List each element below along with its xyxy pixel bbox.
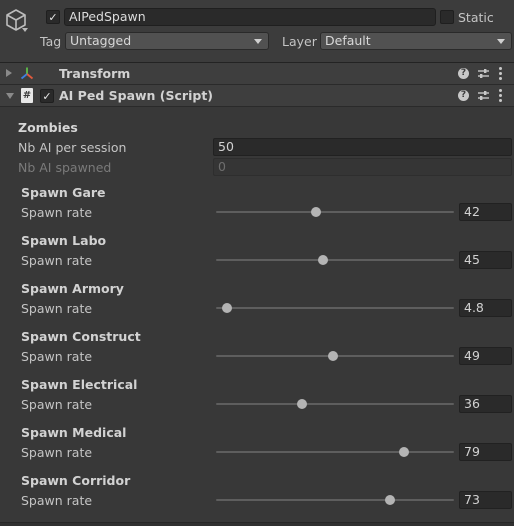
spawn-rate-slider-track[interactable] (216, 259, 454, 261)
spawn-rate-slider-thumb[interactable] (327, 351, 338, 361)
nb-ai-per-session-label: Nb AI per session (18, 140, 127, 155)
static-toggle[interactable] (440, 10, 454, 24)
spawn-rate-slider-thumb[interactable] (296, 399, 307, 409)
foldout-arrow-icon[interactable] (6, 93, 14, 99)
spawn-rate-field[interactable]: 45 (459, 251, 512, 269)
context-menu-icon[interactable] (499, 67, 502, 80)
layer-dropdown[interactable]: Default (320, 32, 512, 50)
spawn-rate-slider-track[interactable] (216, 403, 454, 405)
script-component-header[interactable]: # ✓ AI Ped Spawn (Script) ? (0, 85, 514, 107)
tag-dropdown-value: Untagged (70, 33, 132, 48)
help-icon[interactable]: ? (458, 90, 469, 101)
spawn-rate-label: Spawn rate (21, 205, 93, 220)
icon-dropdown-caret-icon[interactable] (22, 28, 28, 32)
script-enabled-toggle[interactable]: ✓ (40, 89, 54, 103)
spawn-title: Spawn Medical (21, 425, 127, 440)
inspector-bottom-edge (0, 522, 514, 526)
spawn-rate-slider-thumb[interactable] (399, 447, 410, 457)
spawn-title: Spawn Labo (21, 233, 107, 248)
nb-ai-spawned-field: 0 (213, 158, 512, 176)
spawn-rate-field[interactable]: 36 (459, 395, 512, 413)
spawn-rate-slider-track[interactable] (216, 211, 454, 213)
inspector-header: ✓ AIPedSpawn Static Tag Untagged Layer D… (0, 0, 514, 63)
spawn-rate-slider-thumb[interactable] (310, 207, 321, 217)
spawn-rate-field[interactable]: 42 (459, 203, 512, 221)
spawn-title: Spawn Gare (21, 185, 106, 200)
spawn-rate-field[interactable]: 79 (459, 443, 512, 461)
layer-dropdown-value: Default (325, 33, 371, 48)
spawn-title: Spawn Corridor (21, 473, 131, 488)
tag-dropdown[interactable]: Untagged (65, 32, 269, 50)
transform-title: Transform (59, 66, 131, 81)
gameobject-name-field[interactable]: AIPedSpawn (64, 8, 436, 26)
spawn-rate-slider-thumb[interactable] (222, 303, 233, 313)
spawn-rate-field[interactable]: 73 (459, 491, 512, 509)
spawn-title: Spawn Armory (21, 281, 124, 296)
spawn-rate-label: Spawn rate (21, 445, 93, 460)
transform-component-header[interactable]: Transform ? (0, 63, 514, 85)
spawn-rate-slider-track[interactable] (216, 451, 454, 453)
transform-axes-icon (20, 67, 34, 80)
tag-label: Tag (40, 34, 62, 49)
spawn-rate-label: Spawn rate (21, 301, 93, 316)
spawn-title: Spawn Electrical (21, 377, 138, 392)
active-toggle[interactable]: ✓ (46, 10, 60, 24)
static-label: Static (458, 10, 494, 25)
spawn-title: Spawn Construct (21, 329, 141, 344)
spawn-rate-label: Spawn rate (21, 349, 93, 364)
spawn-rate-label: Spawn rate (21, 397, 93, 412)
nb-ai-spawned-label: Nb AI spawned (18, 160, 112, 175)
spawn-rate-field[interactable]: 49 (459, 347, 512, 365)
spawn-rate-slider-thumb[interactable] (318, 255, 329, 265)
spawn-rate-slider-thumb[interactable] (384, 495, 395, 505)
checkmark-icon: ✓ (42, 90, 52, 103)
script-file-icon: # (21, 88, 33, 103)
foldout-arrow-icon[interactable] (6, 69, 12, 77)
presets-icon[interactable] (477, 89, 490, 102)
presets-icon[interactable] (477, 67, 490, 80)
script-title: AI Ped Spawn (Script) (59, 88, 214, 103)
nb-ai-per-session-field[interactable]: 50 (213, 138, 512, 156)
chevron-down-icon (497, 39, 505, 44)
spawn-rate-slider-track[interactable] (216, 307, 454, 309)
context-menu-icon[interactable] (499, 89, 502, 102)
checkmark-icon: ✓ (48, 11, 58, 24)
spawn-rate-field[interactable]: 4.8 (459, 299, 512, 317)
layer-label: Layer (282, 34, 317, 49)
help-icon[interactable]: ? (458, 68, 469, 79)
spawn-rate-label: Spawn rate (21, 493, 93, 508)
zombies-section-header: Zombies (18, 120, 78, 135)
chevron-down-icon (254, 39, 262, 44)
spawn-rate-slider-track[interactable] (216, 499, 454, 501)
spawn-rate-label: Spawn rate (21, 253, 93, 268)
